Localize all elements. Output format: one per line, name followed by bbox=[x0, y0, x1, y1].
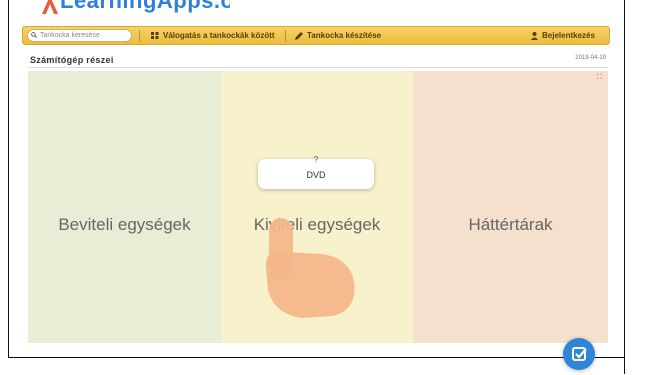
screenshot-frame: LearningApps.org Tankocka keresése Válog… bbox=[0, 0, 645, 374]
user-icon bbox=[531, 31, 538, 40]
pointing-hand-icon bbox=[265, 218, 355, 318]
browse-apps-link[interactable]: Válogatás a tankockák között bbox=[151, 30, 275, 42]
search-input[interactable]: Tankocka keresése bbox=[27, 29, 132, 42]
check-icon bbox=[572, 347, 587, 361]
logo-text: LearningApps.org bbox=[60, 0, 230, 13]
browse-apps-label: Válogatás a tankockák között bbox=[163, 31, 275, 40]
login-link[interactable]: Bejelentkezés bbox=[531, 30, 595, 42]
column-label: Háttértárak bbox=[468, 215, 553, 234]
create-app-link[interactable]: Tankocka készítése bbox=[295, 30, 381, 42]
publish-date: 2019-04-19 bbox=[575, 55, 606, 61]
column-input-devices[interactable]: Beviteli egységek bbox=[28, 71, 221, 343]
create-app-label: Tankocka készítése bbox=[307, 31, 382, 40]
card-question-mark: ? bbox=[313, 155, 319, 164]
logo-mark-icon bbox=[42, 0, 58, 14]
site-logo[interactable]: LearningApps.org bbox=[40, 0, 230, 22]
card-label: DVD bbox=[306, 170, 326, 180]
grid-icon bbox=[151, 32, 159, 40]
column-storage-devices[interactable]: Háttértárak bbox=[413, 71, 608, 343]
border-left bbox=[8, 0, 9, 358]
border-right bbox=[624, 0, 625, 374]
login-label: Bejelentkezés bbox=[542, 31, 595, 40]
nav-separator bbox=[139, 30, 140, 42]
border-bottom bbox=[8, 357, 625, 358]
column-label: Beviteli egységek bbox=[58, 215, 191, 234]
search-placeholder: Tankocka keresése bbox=[40, 32, 100, 39]
search-icon bbox=[31, 32, 37, 38]
pencil-icon bbox=[295, 31, 303, 40]
page-title: Számítógép részei bbox=[30, 55, 114, 65]
nav-separator bbox=[285, 30, 286, 42]
fullscreen-icon[interactable]: ⛶ bbox=[597, 74, 602, 82]
app-header: Számítógép részei 2019-04-19 bbox=[28, 53, 608, 68]
draggable-card[interactable]: ? DVD bbox=[258, 155, 374, 189]
top-navbar: Tankocka keresése Válogatás a tankockák … bbox=[22, 26, 610, 45]
check-answers-button[interactable] bbox=[563, 338, 595, 370]
